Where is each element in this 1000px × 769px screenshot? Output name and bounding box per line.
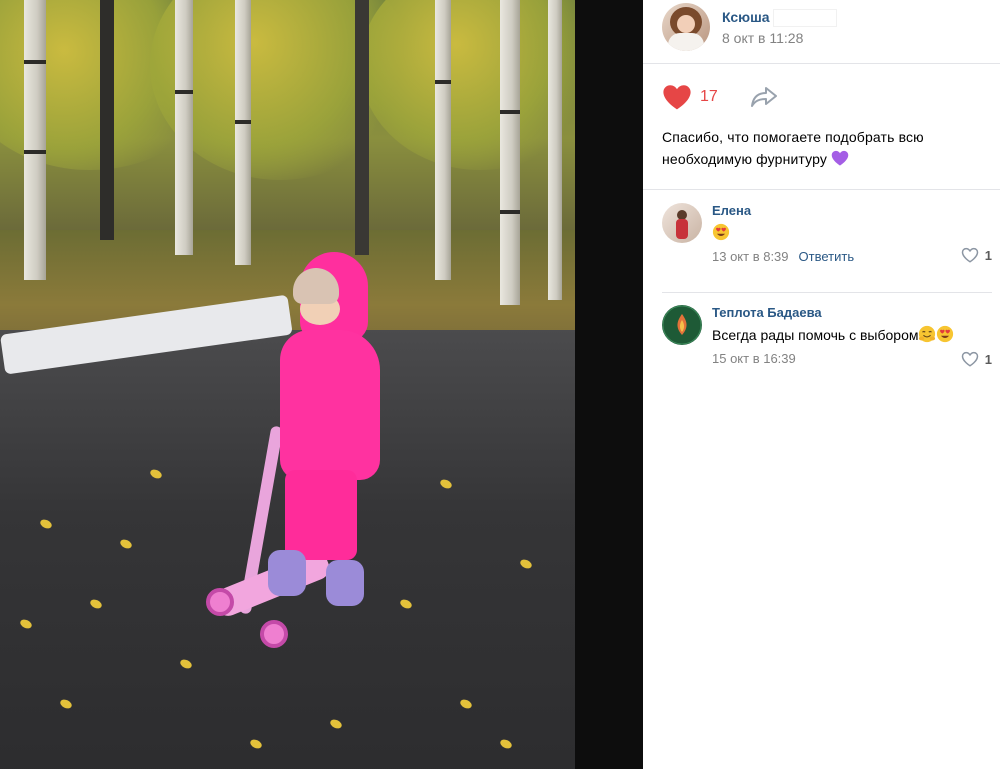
divider [662, 292, 992, 293]
share-arrow-icon [751, 87, 777, 107]
post-photo[interactable] [0, 0, 575, 769]
photo-tree [100, 0, 114, 240]
post-text: Спасибо, что помогаете подобрать всю нео… [662, 129, 924, 167]
child [280, 330, 380, 480]
photo-tree [355, 0, 369, 255]
comment-text [712, 223, 992, 243]
child-boot [326, 560, 364, 606]
comment-item: Елена 13 окт в 8:39 Ответить 1 [662, 203, 992, 273]
scooter-wheel [206, 588, 234, 616]
comment-like-button[interactable]: 1 [961, 247, 992, 263]
hugging-face-emoji [919, 325, 936, 343]
comment-like-count: 1 [984, 247, 992, 263]
photo-birch [24, 0, 46, 280]
post-author: Ксюша 8 окт в 11:28 [662, 3, 836, 51]
like-count: 17 [700, 88, 718, 105]
heart-outline-icon [961, 247, 979, 263]
heart-icon [663, 85, 691, 110]
viewer-side-strip [575, 0, 643, 769]
reply-button[interactable]: Ответить [799, 249, 855, 264]
comment-item: Теплота Бадаева Всегда рады помочь с выб… [662, 305, 992, 375]
comment-avatar[interactable] [662, 305, 702, 345]
comment-author[interactable]: Теплота Бадаева [712, 305, 992, 321]
comment-date[interactable]: 13 окт в 8:39 [712, 249, 789, 264]
purple-heart-emoji [831, 150, 849, 166]
heart-outline-icon [961, 351, 979, 367]
divider [643, 63, 1000, 64]
post-date[interactable]: 8 окт в 11:28 [722, 30, 836, 46]
comment-text: Всегда рады помочь с выбором [712, 325, 992, 345]
comment-meta: 15 окт в 16:39 [712, 351, 992, 366]
photo-birch [500, 0, 520, 305]
share-button[interactable] [750, 86, 778, 113]
comment-avatar[interactable] [662, 203, 702, 243]
comment-like-button[interactable]: 1 [961, 351, 992, 367]
divider [643, 189, 1000, 190]
like-button[interactable]: 17 [662, 84, 718, 110]
post-panel: Ксюша 8 окт в 11:28 17 Спасибо, что помо… [643, 0, 1000, 769]
photo-birch [175, 0, 193, 255]
comment-meta: 13 окт в 8:39 Ответить [712, 249, 992, 264]
photo-birch [435, 0, 451, 280]
photo-birch [235, 0, 251, 265]
photo-birch [548, 0, 562, 300]
scooter-wheel [260, 620, 288, 648]
comment-date[interactable]: 15 окт в 16:39 [712, 351, 796, 366]
child-legs [285, 470, 357, 560]
comment-author[interactable]: Елена [712, 203, 992, 219]
author-name[interactable]: Ксюша [722, 9, 836, 27]
comment-like-count: 1 [984, 351, 992, 367]
brand-logo-icon [662, 305, 702, 345]
heart-eyes-emoji [937, 325, 954, 343]
photo-foliage [360, 0, 575, 170]
child-boot [268, 550, 306, 596]
person-avatar-icon [676, 210, 688, 239]
heart-eyes-emoji [712, 223, 730, 241]
author-avatar[interactable] [662, 3, 710, 51]
